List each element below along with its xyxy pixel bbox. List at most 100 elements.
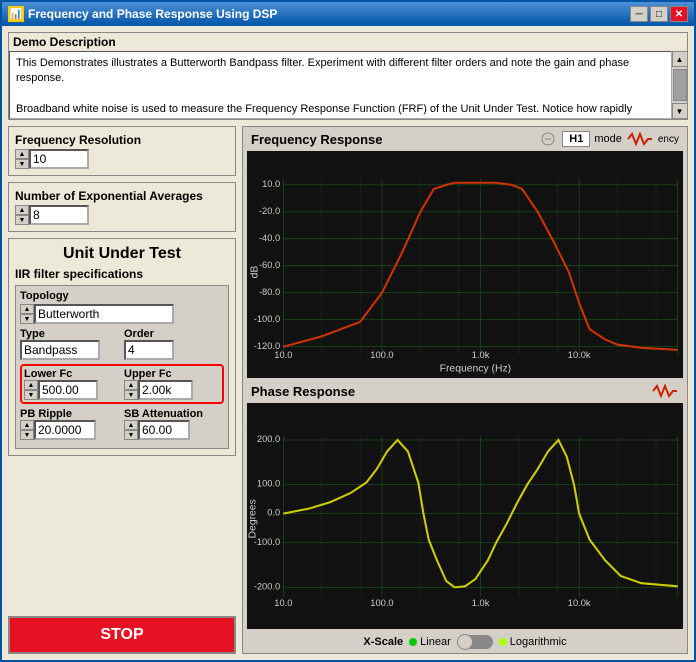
topology-input-row: ▲ ▼ Butterworth	[20, 304, 224, 324]
ripple-atten-row: PB Ripple ▲ ▼ 20.0000 SB	[20, 408, 224, 440]
order-col: Order 4	[124, 328, 224, 360]
lower-fc-spin-down[interactable]: ▼	[24, 390, 38, 400]
svg-text:-20.0: -20.0	[259, 206, 280, 216]
lower-fc-spin-up[interactable]: ▲	[24, 380, 38, 390]
wave-icon	[626, 132, 654, 146]
pb-ripple-input[interactable]: 20.0000	[34, 420, 96, 440]
pb-ripple-spin[interactable]: ▲ ▼	[20, 420, 34, 440]
pb-spin-down[interactable]: ▼	[20, 430, 34, 440]
lower-fc-label: Lower Fc	[24, 368, 120, 380]
title-bar-buttons: ─ □ ✕	[630, 6, 688, 22]
phase-wave-icon	[651, 384, 679, 398]
topology-input[interactable]: Butterworth	[34, 304, 174, 324]
xscale-toggle[interactable]	[457, 635, 493, 649]
linear-scale-item: Linear	[409, 636, 451, 648]
frequency-spin-up[interactable]: ▲	[15, 149, 29, 159]
unit-under-test-title: Unit Under Test	[15, 245, 229, 263]
sb-spin-down[interactable]: ▼	[124, 430, 138, 440]
lower-fc-input-row: ▲ ▼ 500.00	[24, 380, 120, 400]
minimize-button[interactable]: ─	[630, 6, 648, 22]
lower-fc-input[interactable]: 500.00	[38, 380, 98, 400]
main-panels: Frequency Resolution ▲ ▼ 10 Number of Ex…	[8, 126, 688, 654]
phase-chart-title: Phase Response	[251, 384, 355, 399]
scroll-down-arrow[interactable]: ▼	[672, 103, 688, 119]
sb-spin[interactable]: ▲ ▼	[124, 420, 138, 440]
scroll-thumb[interactable]	[673, 69, 687, 101]
demo-description-label: Demo Description	[9, 33, 687, 51]
upper-fc-label: Upper Fc	[124, 368, 220, 380]
linear-indicator	[409, 638, 417, 646]
right-panel: Frequency Response H1 mode ency	[242, 126, 688, 654]
topology-spin-control[interactable]: ▲ ▼	[20, 304, 34, 324]
upper-fc-input[interactable]: 2.00k	[138, 380, 193, 400]
freq-chart-wrapper: 10.0 -20.0 -40.0 -60.0 -80.0 -100.0 -120…	[247, 151, 683, 378]
frequency-spin-control[interactable]: ▲ ▼	[15, 149, 29, 169]
sb-atten-input[interactable]: 60.00	[138, 420, 190, 440]
pb-spin-up[interactable]: ▲	[20, 420, 34, 430]
order-label: Order	[124, 328, 224, 340]
mode-text: mode	[594, 133, 622, 145]
sb-spin-up[interactable]: ▲	[124, 420, 138, 430]
ency-label: ency	[658, 134, 679, 145]
type-input[interactable]: Bandpass	[20, 340, 100, 360]
title-bar: 📊 Frequency and Phase Response Using DSP…	[2, 2, 694, 26]
lower-fc-col: Lower Fc ▲ ▼ 500.00	[24, 368, 120, 400]
order-input[interactable]: 4	[124, 340, 174, 360]
freq-chart-svg: 10.0 -20.0 -40.0 -60.0 -80.0 -100.0 -120…	[247, 151, 683, 378]
svg-text:1.0k: 1.0k	[472, 598, 490, 608]
mode-controls: H1 mode ency	[538, 131, 679, 147]
description-scrollbar[interactable]: ▲ ▼	[671, 51, 687, 119]
svg-text:200.0: 200.0	[257, 434, 280, 444]
topology-label: Topology	[20, 290, 224, 302]
svg-text:-100.0: -100.0	[254, 314, 280, 324]
svg-text:10.0: 10.0	[274, 598, 292, 608]
logarithmic-scale-item: Logarithmic	[499, 636, 567, 648]
demo-description-text: This Demonstrates illustrates a Butterwo…	[9, 51, 687, 119]
topology-spin-down[interactable]: ▼	[20, 314, 34, 324]
svg-text:Degrees: Degrees	[247, 499, 258, 538]
lower-fc-spin[interactable]: ▲ ▼	[24, 380, 38, 400]
freq-chart-title: Frequency Response	[251, 132, 383, 147]
linear-label: Linear	[420, 636, 451, 648]
type-order-row: Type Bandpass Order 4	[20, 328, 224, 360]
upper-fc-spin-down[interactable]: ▼	[124, 390, 138, 400]
log-indicator	[499, 638, 507, 646]
svg-text:-60.0: -60.0	[259, 260, 280, 270]
maximize-button[interactable]: □	[650, 6, 668, 22]
svg-text:10.0k: 10.0k	[568, 350, 591, 360]
phase-chart-header: Phase Response	[247, 384, 683, 399]
svg-text:dB: dB	[249, 266, 260, 279]
demo-text-line2: Broadband white noise is used to measure…	[16, 103, 632, 115]
stop-button[interactable]: STOP	[8, 616, 236, 654]
averages-spin-down[interactable]: ▼	[15, 215, 29, 225]
phase-chart-svg: 200.0 100.0 0.0 -100.0 -200.0 Degrees	[247, 403, 683, 630]
upper-fc-spin-up[interactable]: ▲	[124, 380, 138, 390]
frequency-resolution-label: Frequency Resolution	[15, 133, 229, 147]
freq-chart-header: Frequency Response H1 mode ency	[247, 131, 683, 147]
exponential-averages-input[interactable]: 8	[29, 205, 89, 225]
pb-ripple-col: PB Ripple ▲ ▼ 20.0000	[20, 408, 120, 440]
upper-fc-spin[interactable]: ▲ ▼	[124, 380, 138, 400]
close-button[interactable]: ✕	[670, 6, 688, 22]
svg-text:1.0k: 1.0k	[472, 350, 490, 360]
frequency-resolution-input[interactable]: 10	[29, 149, 89, 169]
demo-text-line1: This Demonstrates illustrates a Butterwo…	[16, 57, 629, 84]
averages-spin-up[interactable]: ▲	[15, 205, 29, 215]
logarithmic-label: Logarithmic	[510, 636, 567, 648]
topology-spin-up[interactable]: ▲	[20, 304, 34, 314]
phase-chart-wrapper: 200.0 100.0 0.0 -100.0 -200.0 Degrees	[247, 403, 683, 630]
svg-text:-200.0: -200.0	[254, 581, 280, 591]
scroll-up-arrow[interactable]: ▲	[672, 51, 688, 67]
iir-filter-label: IIR filter specifications	[15, 267, 229, 281]
left-panel: Frequency Resolution ▲ ▼ 10 Number of Ex…	[8, 126, 236, 654]
svg-text:-40.0: -40.0	[259, 233, 280, 243]
type-label: Type	[20, 328, 120, 340]
frequency-spin-down[interactable]: ▼	[15, 159, 29, 169]
main-window: 📊 Frequency and Phase Response Using DSP…	[0, 0, 696, 662]
h1-mode-button[interactable]: H1	[562, 131, 590, 147]
svg-text:10.0: 10.0	[274, 350, 292, 360]
toggle-knob	[457, 634, 473, 650]
svg-text:100.0: 100.0	[370, 598, 393, 608]
pb-ripple-input-row: ▲ ▼ 20.0000	[20, 420, 120, 440]
averages-spin-control[interactable]: ▲ ▼	[15, 205, 29, 225]
